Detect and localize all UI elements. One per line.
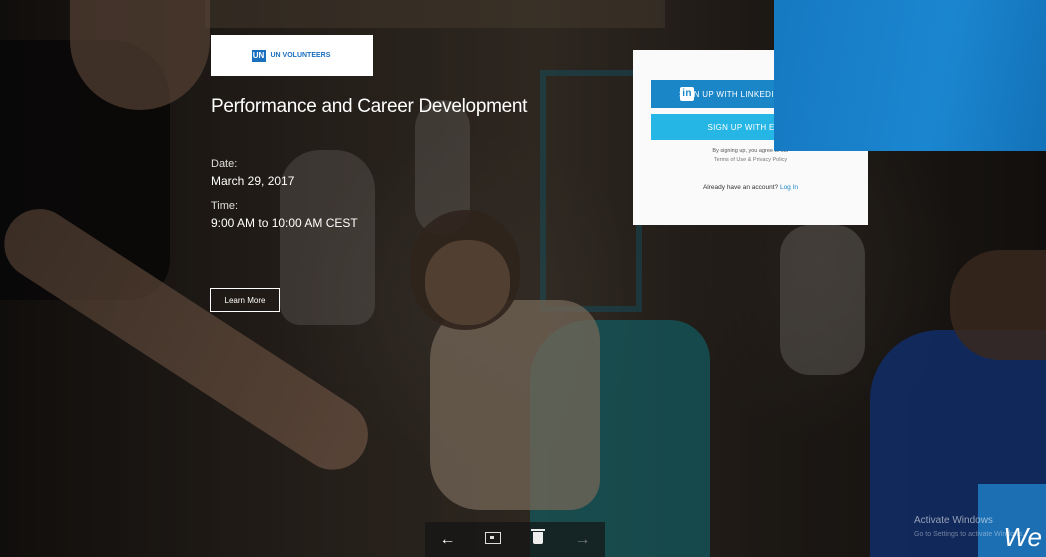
trash-icon[interactable] (523, 529, 553, 549)
learn-more-button[interactable]: Learn More (210, 288, 280, 312)
login-prompt: Already have an account? Log In (633, 184, 868, 191)
activate-windows-watermark: Activate Windows (914, 515, 993, 526)
frame-icon[interactable] (478, 531, 508, 549)
forward-arrow-icon[interactable]: → (568, 531, 598, 549)
blue-overlay-panel (774, 0, 1046, 151)
activate-windows-subtext: Go to Settings to activate Windows. (914, 531, 1025, 538)
un-emblem-icon: UN (251, 49, 266, 62)
date-value: March 29, 2017 (211, 174, 295, 188)
logo-text: UN VOLUNTEERS (270, 51, 331, 59)
time-label: Time: (211, 200, 239, 212)
event-title: Performance and Career Development (211, 96, 528, 117)
back-arrow-icon[interactable]: ← (433, 531, 463, 549)
time-value: 9:00 AM to 10:00 AM CEST (211, 216, 358, 230)
already-account-text: Already have an account? (702, 184, 779, 191)
organization-logo: UN UN VOLUNTEERS (211, 35, 373, 76)
linkedin-icon: in (680, 87, 694, 101)
bottom-toolbar: ← → (425, 522, 605, 557)
login-link[interactable]: Log In (780, 184, 798, 191)
date-label: Date: (211, 158, 238, 170)
terms-link[interactable]: Terms of Use & Privacy Policy (633, 157, 868, 163)
linkedin-signup-label: SIGN UP WITH LINKEDIN (679, 89, 780, 99)
